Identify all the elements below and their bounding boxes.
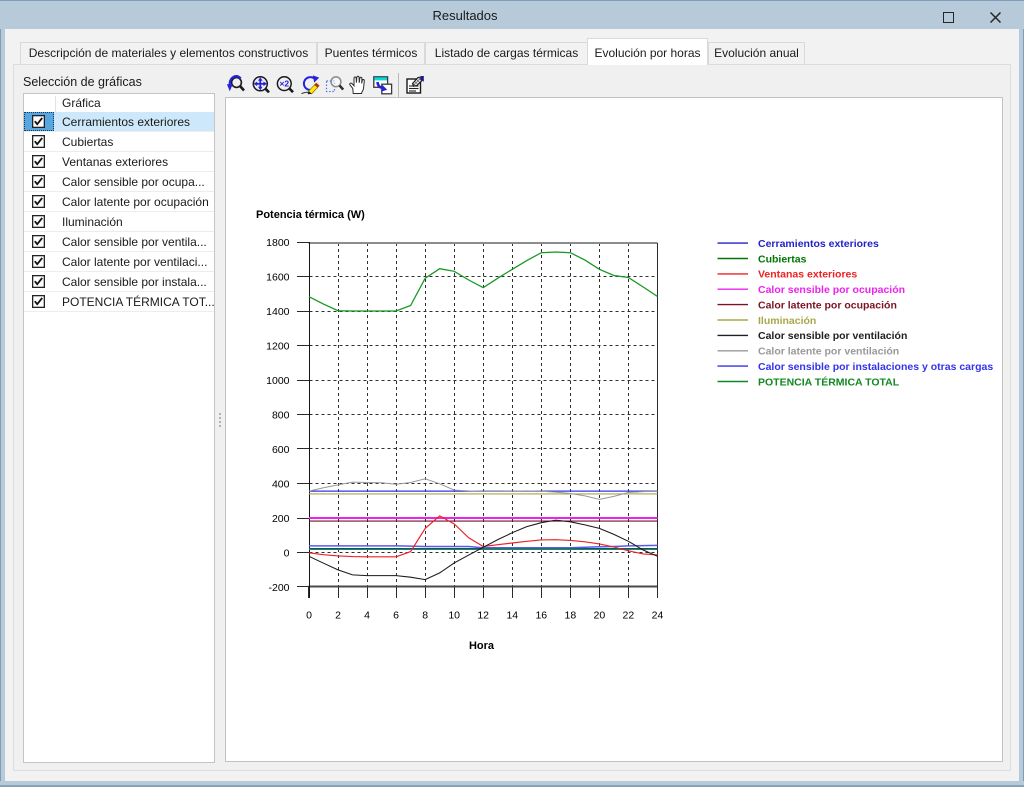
svg-text:6: 6: [393, 610, 399, 622]
svg-text:800: 800: [272, 409, 290, 421]
svg-text:1200: 1200: [266, 340, 290, 352]
svg-text:Iluminación: Iluminación: [758, 315, 816, 327]
svg-text:24: 24: [652, 610, 664, 622]
svg-text:Cerramientos exteriores: Cerramientos exteriores: [758, 238, 879, 250]
svg-text:200: 200: [272, 513, 290, 525]
svg-text:1600: 1600: [266, 271, 290, 283]
svg-text:Calor sensible por ventilación: Calor sensible por ventilación: [758, 330, 907, 342]
svg-text:Ventanas exteriores: Ventanas exteriores: [758, 269, 857, 281]
svg-text:Cubiertas: Cubiertas: [758, 253, 807, 265]
svg-text:Calor latente por ventilación: Calor latente por ventilación: [758, 346, 899, 358]
svg-text:400: 400: [272, 478, 290, 490]
svg-text:Hora: Hora: [469, 640, 495, 652]
svg-text:1400: 1400: [266, 306, 290, 318]
svg-text:16: 16: [535, 610, 547, 622]
svg-text:2: 2: [335, 610, 341, 622]
svg-text:12: 12: [477, 610, 489, 622]
svg-text:Calor sensible por ocupación: Calor sensible por ocupación: [758, 284, 905, 296]
svg-text:14: 14: [506, 610, 518, 622]
svg-text:Calor sensible por instalacion: Calor sensible por instalaciones y otras…: [758, 361, 993, 373]
svg-text:4: 4: [364, 610, 370, 622]
svg-text:POTENCIA TÉRMICA TOTAL: POTENCIA TÉRMICA TOTAL: [758, 375, 900, 388]
svg-text:0: 0: [306, 610, 312, 622]
svg-text:×2: ×2: [279, 79, 289, 89]
svg-text:1800: 1800: [266, 237, 290, 249]
svg-text:20: 20: [594, 610, 606, 622]
svg-text:18: 18: [565, 610, 577, 622]
svg-text:Calor latente por ocupación: Calor latente por ocupación: [758, 299, 897, 311]
svg-text:0: 0: [284, 547, 290, 559]
svg-text:1000: 1000: [266, 375, 290, 387]
svg-text:22: 22: [623, 610, 635, 622]
svg-text:10: 10: [448, 610, 460, 622]
svg-text:8: 8: [422, 610, 428, 622]
svg-text:Potencia térmica (W): Potencia térmica (W): [256, 209, 365, 221]
svg-text:-200: -200: [268, 582, 289, 594]
svg-text:600: 600: [272, 444, 290, 456]
